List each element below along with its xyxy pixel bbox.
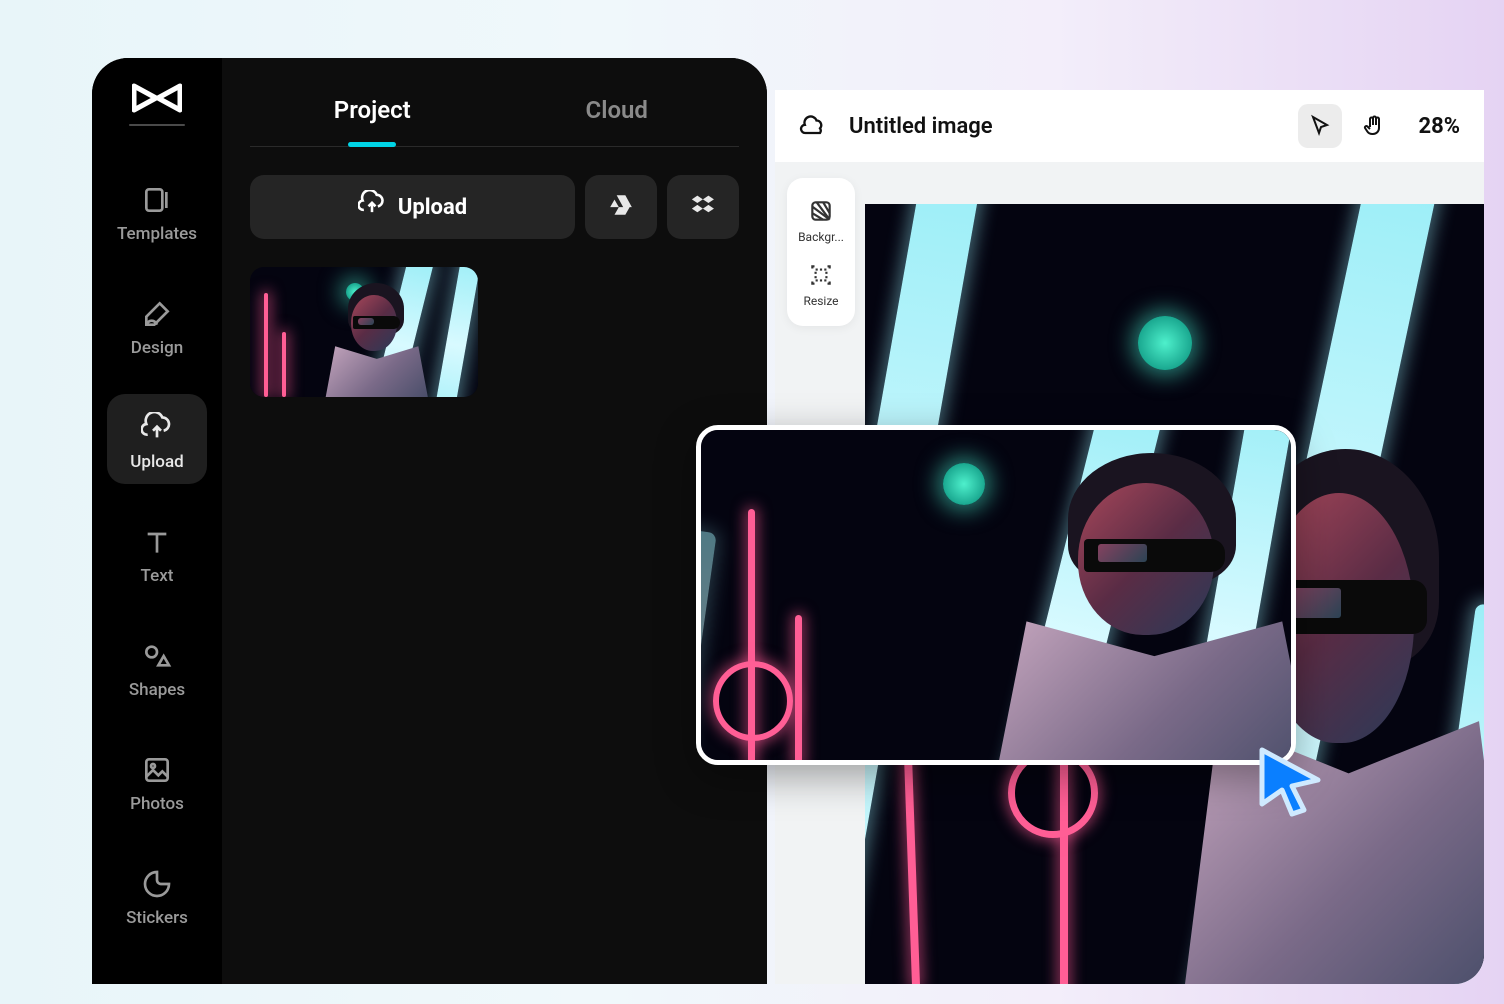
design-icon bbox=[139, 296, 175, 332]
tab-cloud[interactable]: Cloud bbox=[495, 82, 740, 146]
photos-icon bbox=[139, 752, 175, 788]
resize-tool-label: Resize bbox=[803, 294, 838, 308]
sidebar-item-stickers[interactable]: Stickers bbox=[107, 850, 207, 940]
dropbox-icon bbox=[690, 192, 716, 222]
sidebar-item-label: Stickers bbox=[126, 908, 188, 928]
dropbox-button[interactable] bbox=[667, 175, 739, 239]
upload-icon bbox=[139, 410, 175, 446]
shapes-icon bbox=[139, 638, 175, 674]
upload-row: Upload bbox=[250, 175, 739, 239]
sidebar-item-label: Shapes bbox=[129, 680, 185, 700]
text-icon bbox=[139, 524, 175, 560]
resize-tool-button[interactable]: Resize bbox=[793, 252, 849, 316]
panel-tabs: Project Cloud bbox=[250, 82, 739, 147]
zoom-level[interactable]: 28% bbox=[1418, 114, 1460, 139]
sidebar-item-shapes[interactable]: Shapes bbox=[107, 622, 207, 712]
drag-preview-image[interactable] bbox=[696, 425, 1296, 765]
google-drive-icon bbox=[608, 192, 634, 222]
sidebar: Templates Design Upload Text bbox=[92, 58, 222, 984]
upload-button[interactable]: Upload bbox=[250, 175, 575, 239]
sidebar-item-upload[interactable]: Upload bbox=[107, 394, 207, 484]
upload-cloud-icon bbox=[358, 190, 386, 224]
asset-thumbnail[interactable] bbox=[250, 267, 478, 397]
sidebar-item-label: Photos bbox=[130, 794, 184, 814]
cursor-icon bbox=[1252, 744, 1328, 820]
canvas-topbar: Untitled image 28% bbox=[775, 90, 1484, 162]
tab-project[interactable]: Project bbox=[250, 82, 495, 146]
sidebar-item-label: Upload bbox=[130, 452, 183, 472]
sidebar-item-label: Templates bbox=[117, 224, 197, 244]
canvas-side-tools: Backgr... Resize bbox=[787, 178, 855, 326]
background-tool-button[interactable]: Backgr... bbox=[793, 188, 849, 252]
resize-icon bbox=[806, 260, 836, 290]
project-panel: Project Cloud Upload bbox=[222, 58, 767, 984]
app-logo[interactable] bbox=[132, 82, 182, 114]
logo-divider bbox=[129, 124, 185, 126]
sidebar-item-label: Text bbox=[141, 566, 174, 586]
templates-icon bbox=[139, 182, 175, 218]
upload-button-label: Upload bbox=[398, 195, 467, 220]
cloud-icon[interactable] bbox=[799, 112, 827, 140]
google-drive-button[interactable] bbox=[585, 175, 657, 239]
app-container: Untitled image 28% Backgr... bbox=[20, 20, 1484, 984]
sidebar-item-label: Design bbox=[131, 338, 183, 358]
background-tool-label: Backgr... bbox=[798, 230, 844, 244]
select-tool-button[interactable] bbox=[1298, 104, 1342, 148]
sidebar-item-photos[interactable]: Photos bbox=[107, 736, 207, 826]
left-panel: Templates Design Upload Text bbox=[92, 58, 767, 984]
sidebar-item-text[interactable]: Text bbox=[107, 508, 207, 598]
hand-tool-button[interactable] bbox=[1352, 104, 1396, 148]
sidebar-item-design[interactable]: Design bbox=[107, 280, 207, 370]
stickers-icon bbox=[139, 866, 175, 902]
background-icon bbox=[806, 196, 836, 226]
document-title[interactable]: Untitled image bbox=[849, 114, 1298, 139]
sidebar-item-templates[interactable]: Templates bbox=[107, 166, 207, 256]
